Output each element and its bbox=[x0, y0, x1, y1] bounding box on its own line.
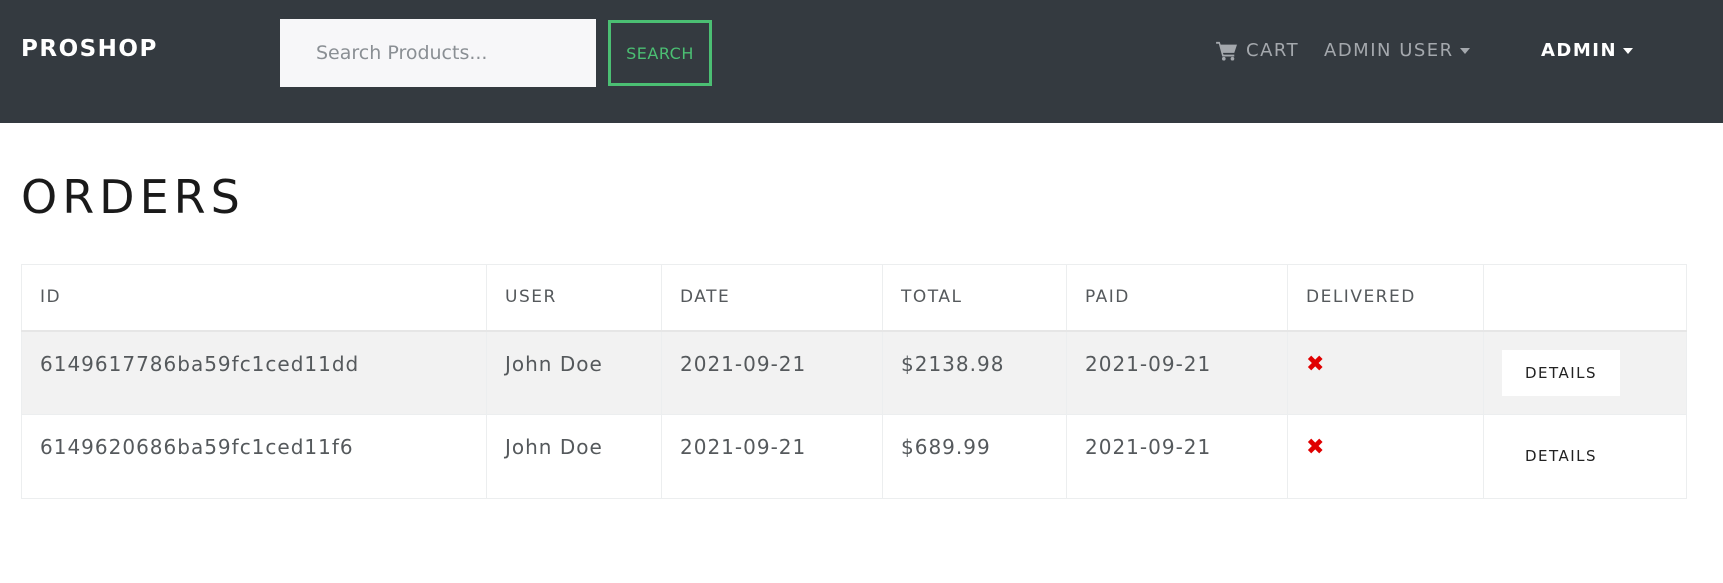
order-user-cell: John Doe bbox=[486, 330, 662, 415]
user-menu-label: ADMIN USER bbox=[1324, 40, 1454, 61]
order-delivered-cell: ✖ bbox=[1287, 330, 1484, 415]
x-icon: ✖ bbox=[1306, 435, 1326, 460]
order-id-cell: 6149620686ba59fc1ced11f6 bbox=[21, 414, 487, 499]
cart-icon bbox=[1216, 41, 1237, 61]
order-actions-cell: DETAILS bbox=[1483, 330, 1687, 415]
chevron-down-icon bbox=[1623, 47, 1634, 54]
column-header-id: ID bbox=[21, 264, 487, 332]
column-header-date: DATE bbox=[661, 264, 883, 332]
order-delivered-cell: ✖ bbox=[1287, 414, 1484, 499]
column-header-actions bbox=[1483, 264, 1687, 332]
admin-menu-label: ADMIN bbox=[1541, 40, 1618, 61]
order-total-cell: $689.99 bbox=[882, 414, 1067, 499]
table-row: 6149620686ba59fc1ced11f6 John Doe 2021-0… bbox=[21, 414, 1687, 499]
order-actions-cell: DETAILS bbox=[1483, 414, 1687, 499]
column-header-user: USER bbox=[486, 264, 662, 332]
order-id-cell: 6149617786ba59fc1ced11dd bbox=[21, 330, 487, 415]
page-title: ORDERS bbox=[21, 170, 245, 224]
table-header-row: ID USER DATE TOTAL PAID DELIVERED bbox=[21, 264, 1687, 332]
column-header-paid: PAID bbox=[1066, 264, 1288, 332]
order-date-cell: 2021-09-21 bbox=[661, 414, 883, 499]
order-user-cell: John Doe bbox=[486, 414, 662, 499]
orders-table: ID USER DATE TOTAL PAID DELIVERED 614961… bbox=[21, 264, 1687, 499]
brand-logo-text[interactable]: PROSHOP bbox=[21, 36, 158, 62]
column-header-total: TOTAL bbox=[882, 264, 1067, 332]
order-paid-cell: 2021-09-21 bbox=[1066, 330, 1288, 415]
top-navbar: PROSHOP SEARCH CART ADMIN USER ADMIN bbox=[0, 0, 1723, 123]
user-menu-dropdown[interactable]: ADMIN USER bbox=[1324, 40, 1470, 61]
x-icon: ✖ bbox=[1306, 351, 1326, 377]
order-date-cell: 2021-09-21 bbox=[661, 330, 883, 415]
order-total-cell: $2138.98 bbox=[882, 330, 1067, 415]
column-header-delivered: DELIVERED bbox=[1287, 264, 1484, 332]
chevron-down-icon bbox=[1459, 47, 1470, 54]
cart-label: CART bbox=[1246, 40, 1300, 61]
table-row: 6149617786ba59fc1ced11dd John Doe 2021-0… bbox=[21, 330, 1687, 415]
order-paid-cell: 2021-09-21 bbox=[1066, 414, 1288, 499]
search-input[interactable] bbox=[280, 19, 596, 87]
details-button[interactable]: DETAILS bbox=[1502, 433, 1620, 479]
search-button[interactable]: SEARCH bbox=[608, 20, 712, 86]
cart-link[interactable]: CART bbox=[1216, 40, 1299, 61]
details-button[interactable]: DETAILS bbox=[1502, 349, 1620, 396]
admin-menu-dropdown[interactable]: ADMIN bbox=[1541, 40, 1634, 61]
